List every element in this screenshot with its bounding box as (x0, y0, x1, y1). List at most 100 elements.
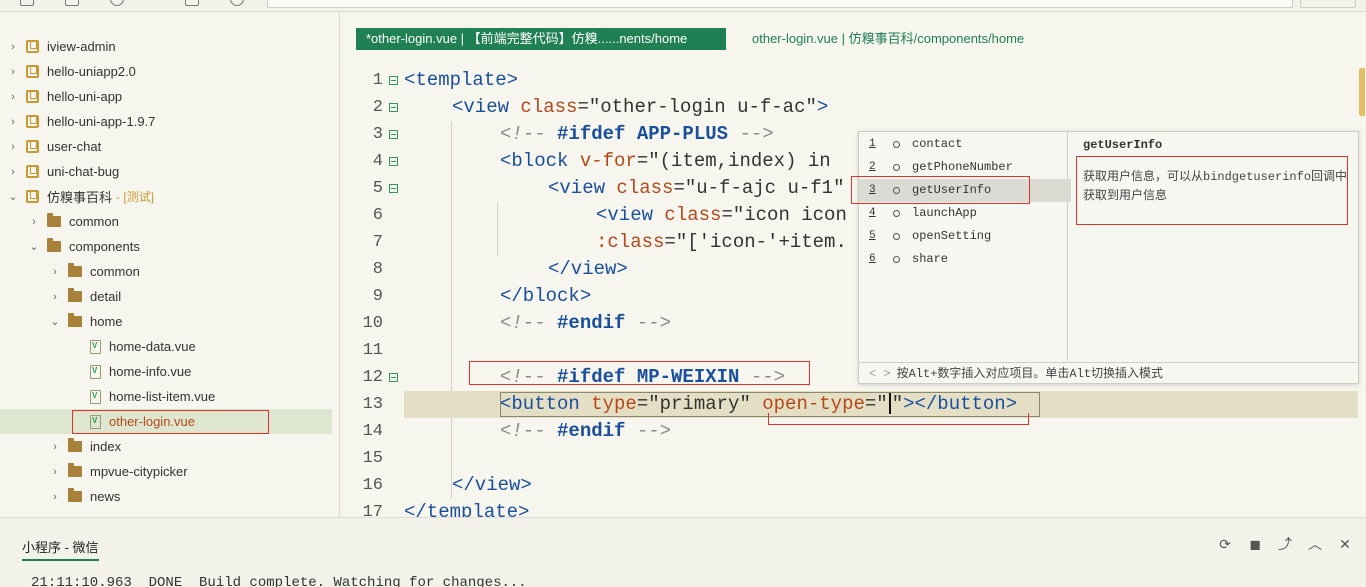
tree-item[interactable]: › mpvue-citypicker (0, 459, 332, 484)
line-number: 6 (372, 206, 383, 225)
fold-icon[interactable] (389, 103, 398, 112)
scrollbar[interactable] (1359, 68, 1365, 116)
tab-active[interactable]: *other-login.vue | 【前端完整代码】仿糗......nents… (356, 28, 726, 50)
chevron-right-icon[interactable]: › (8, 66, 18, 77)
code-line: </block> (500, 283, 591, 310)
fold-icon[interactable] (389, 184, 398, 193)
fold-icon[interactable] (389, 76, 398, 85)
restart-icon[interactable]: ⟳ (1218, 537, 1232, 551)
tree-item-label: hello-uni-app (47, 89, 123, 104)
code-line: </view> (548, 256, 628, 283)
bookmark-icon[interactable] (185, 0, 199, 6)
tree-item-project-active[interactable]: ⌄ 仿糗事百科 - [测试] (0, 184, 332, 209)
fold-icon[interactable] (389, 130, 398, 139)
property-icon (893, 233, 900, 240)
autocomplete-item-selected[interactable]: 3 getUserInfo (859, 179, 1071, 202)
tree-item-label: user-chat (47, 139, 102, 154)
tree-item[interactable]: › common (0, 209, 332, 234)
chevron-right-icon[interactable]: › (50, 441, 60, 452)
code-line-current: <button type="primary" open-type=" "></bu… (404, 391, 1358, 418)
line-number: 2 (372, 98, 383, 117)
tab-console[interactable]: 小程序 - 微信 (22, 537, 99, 561)
tree-item[interactable]: home-data.vue (0, 334, 332, 359)
line-number: 9 (372, 287, 383, 306)
tree-item[interactable]: › iview-admin (0, 34, 332, 59)
vue-file-icon (90, 364, 101, 379)
stop-icon[interactable]: ◼ (1248, 537, 1262, 551)
tree-item-label: home-info.vue (109, 364, 192, 379)
detail-title: getUserInfo (1083, 138, 1163, 152)
tree-item[interactable]: ⌄ components (0, 234, 332, 259)
chevron-right-icon[interactable]: › (50, 291, 60, 302)
tree-item[interactable]: ⌄ home (0, 309, 332, 334)
autocomplete-popup[interactable]: 1 contact 2 getPhoneNumber 3 getUserInfo… (851, 131, 1359, 384)
item-number: 2 (869, 161, 876, 173)
login-button[interactable] (1300, 0, 1356, 8)
chevron-right-icon[interactable]: › (50, 491, 60, 502)
chevron-right-icon[interactable]: › (50, 266, 60, 277)
tree-item[interactable]: home-info.vue (0, 359, 332, 384)
back-icon[interactable] (110, 0, 124, 6)
tree-item-label: mpvue-citypicker (90, 464, 188, 479)
text-caret (888, 393, 891, 415)
project-icon (26, 90, 39, 103)
fold-icon[interactable] (389, 373, 398, 382)
tree-item[interactable]: › hello-uniapp2.0 (0, 59, 332, 84)
close-icon[interactable]: ✕ (1338, 537, 1352, 551)
tree-item-selected[interactable]: other-login.vue (0, 409, 332, 434)
tree-item-label: iview-admin (47, 39, 116, 54)
file-icon[interactable] (20, 0, 34, 6)
code-line: <view class="u-f-ajc u-f1" (548, 175, 844, 202)
folder-icon (47, 238, 61, 252)
chevron-right-icon[interactable]: › (8, 41, 18, 52)
code-token: --> (625, 312, 672, 334)
tab-inactive[interactable]: other-login.vue | 仿糗事百科/components/home (752, 28, 1024, 50)
chevron-right-icon[interactable]: › (50, 466, 60, 477)
search-input[interactable] (267, 0, 1293, 8)
tree-item[interactable]: › hello-uni-app-1.9.7 (0, 109, 332, 134)
run-icon[interactable] (230, 0, 244, 6)
chevron-down-icon[interactable]: ⌄ (8, 191, 18, 202)
code-line: </template> (404, 499, 529, 517)
chevron-right-icon[interactable]: › (29, 216, 39, 227)
fold-icon[interactable] (389, 157, 398, 166)
item-number: 1 (869, 138, 876, 150)
tree-item-label: hello-uniapp2.0 (47, 64, 136, 79)
autocomplete-item[interactable]: 1 contact (859, 133, 1068, 156)
project-explorer: › iview-admin › hello-uniapp2.0 › hello-… (0, 12, 340, 517)
tree-item[interactable]: › uni-chat-bug (0, 159, 332, 184)
save-icon[interactable] (65, 0, 79, 6)
export-icon[interactable]: ⤴ (1278, 537, 1292, 551)
code-editor[interactable]: *other-login.vue | 【前端完整代码】仿糗......nents… (341, 12, 1366, 517)
tree-item-label: detail (90, 289, 122, 304)
code-token: ="icon icon (721, 204, 847, 226)
chevron-right-icon[interactable]: › (8, 166, 18, 177)
tree-item[interactable]: › hello-uni-app (0, 84, 332, 109)
chevron-up-icon[interactable]: ︿ (1308, 537, 1322, 551)
tree-item-label: home-data.vue (109, 339, 196, 354)
folder-icon (47, 213, 61, 227)
tree-item[interactable]: › news (0, 484, 332, 509)
autocomplete-item[interactable]: 5 openSetting (859, 225, 1068, 248)
autocomplete-item[interactable]: 6 share (859, 248, 1068, 271)
property-icon (893, 141, 900, 148)
line-number: 10 (362, 314, 383, 333)
chevron-down-icon[interactable]: ⌄ (29, 241, 39, 252)
project-icon (26, 190, 39, 203)
tree-item[interactable]: › index (0, 434, 332, 459)
tree-item[interactable]: › detail (0, 284, 332, 309)
tree-item[interactable]: › user-chat (0, 134, 332, 159)
autocomplete-item[interactable]: 2 getPhoneNumber (859, 156, 1068, 179)
tree-item[interactable]: home-list-item.vue (0, 384, 332, 409)
console-output: 21:11:10.963 DONE Build complete. Watchi… (31, 575, 527, 587)
nav-arrows-icon[interactable]: < > (869, 367, 891, 381)
chevron-right-icon[interactable]: › (8, 141, 18, 152)
vue-file-icon (90, 414, 101, 429)
chevron-down-icon[interactable]: ⌄ (50, 316, 60, 327)
autocomplete-item[interactable]: 4 launchApp (859, 202, 1068, 225)
code-token: --> (739, 366, 786, 388)
chevron-right-icon[interactable]: › (8, 91, 18, 102)
chevron-right-icon[interactable]: › (8, 116, 18, 127)
tree-item[interactable]: › common (0, 259, 332, 284)
tree-item-label: 仿糗事百科 (47, 190, 113, 205)
